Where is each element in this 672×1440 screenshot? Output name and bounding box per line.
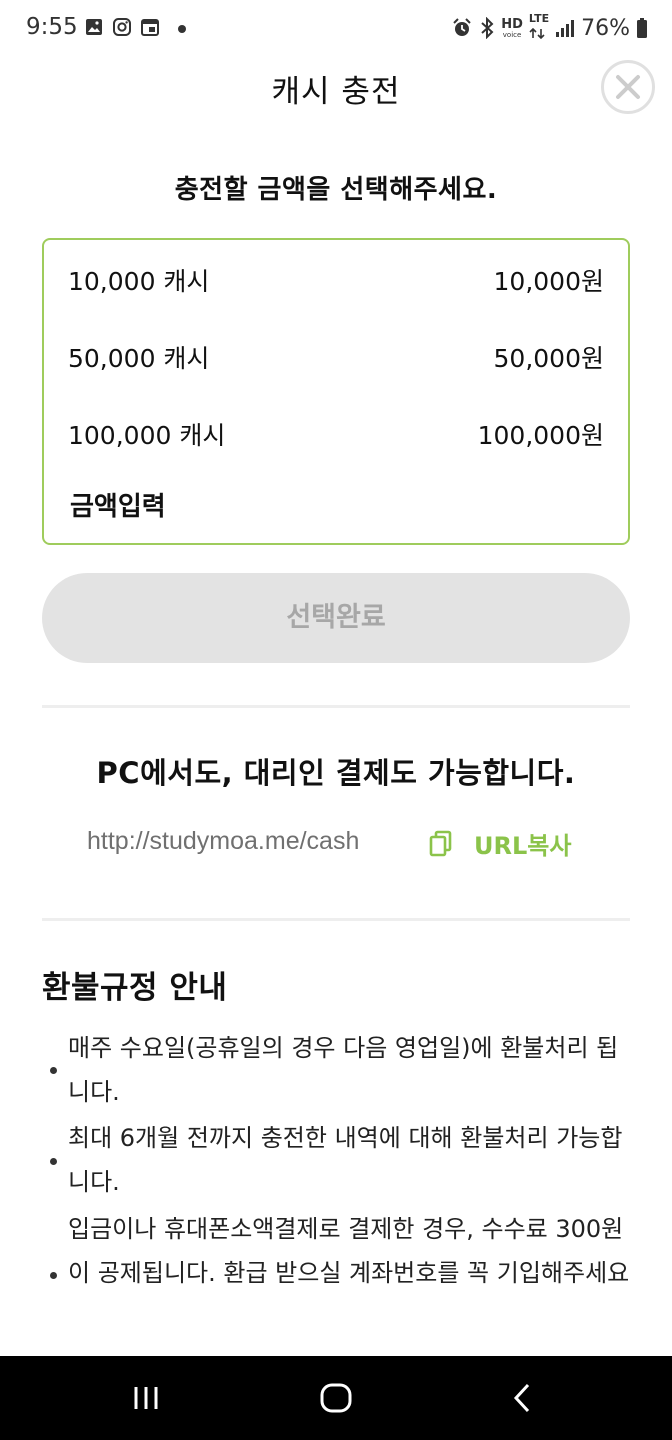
confirm-selection-button[interactable]: 선택완료 xyxy=(42,573,630,663)
divider xyxy=(42,705,630,708)
home-icon xyxy=(320,1383,352,1413)
recent-apps-icon xyxy=(134,1387,158,1409)
amount-option-100000[interactable]: 100,000 캐시 100,000원 xyxy=(44,400,628,460)
back-icon xyxy=(513,1383,530,1413)
option-price-label: 10,000원 xyxy=(493,267,604,296)
close-icon xyxy=(616,75,640,99)
gallery-icon xyxy=(86,19,102,35)
copy-url-button[interactable]: URL복사 xyxy=(474,826,571,861)
refund-policy-title: 환불규정 안내 xyxy=(42,970,228,1006)
copy-icon[interactable] xyxy=(428,829,456,857)
notification-icons xyxy=(84,17,160,37)
option-cash-label: 100,000 캐시 xyxy=(68,421,226,450)
system-status-icons: HD voice LTE 76% xyxy=(451,13,648,43)
refund-policy-item: 매주 수요일(공휴일의 경우 다음 영업일)에 환불처리 됩니다. xyxy=(68,1034,619,1106)
refund-policy-item: 최대 6개월 전까지 충전한 내역에 대해 환불처리 가능합니다. xyxy=(68,1124,623,1196)
battery-percentage: 76% xyxy=(581,15,630,41)
bullet xyxy=(50,1272,57,1279)
lte-indicator: LTE xyxy=(529,13,549,43)
refund-policy-item: 입금이나 휴대폰소액결제로 결제한 경우, 수수료 300원이 공제됩니다. 환… xyxy=(68,1215,630,1287)
option-cash-label: 10,000 캐시 xyxy=(68,267,210,296)
instagram-icon xyxy=(113,18,131,36)
pc-payment-title: PC에서도, 대리인 결제도 가능합니다. xyxy=(96,756,576,790)
close-button[interactable] xyxy=(601,60,655,114)
amount-option-50000[interactable]: 50,000 캐시 50,000원 xyxy=(44,323,628,383)
bullet xyxy=(50,1067,57,1074)
payment-url: http://studymoa.me/cash xyxy=(87,827,360,855)
page-title: 캐시 충전 xyxy=(271,74,401,110)
home-button[interactable] xyxy=(276,1356,396,1440)
amount-option-10000[interactable]: 10,000 캐시 10,000원 xyxy=(44,246,628,306)
calendar-icon xyxy=(141,19,159,36)
amount-option-list: 10,000 캐시 10,000원 50,000 캐시 50,000원 100,… xyxy=(42,238,630,545)
alarm-icon xyxy=(453,18,471,36)
cash-charge-screen: 9:55 HD voice LTE 76% 캐시 충전 충전할 금액을 선택해주… xyxy=(0,0,672,1440)
divider xyxy=(42,918,630,921)
battery-icon xyxy=(637,18,647,38)
recent-apps-button[interactable] xyxy=(86,1356,206,1440)
more-notifications-dot xyxy=(178,25,186,33)
option-price-label: 50,000원 xyxy=(493,344,604,373)
status-time: 9:55 xyxy=(26,14,78,40)
bluetooth-icon xyxy=(481,17,494,39)
hd-voice-indicator: HD voice xyxy=(501,16,523,39)
bullet xyxy=(50,1158,57,1165)
select-amount-prompt: 충전할 금액을 선택해주세요. xyxy=(174,175,498,205)
option-cash-label: 50,000 캐시 xyxy=(68,344,210,373)
option-price-label: 100,000원 xyxy=(477,421,604,450)
signal-icon xyxy=(556,20,575,37)
system-navigation-bar xyxy=(0,1356,672,1440)
custom-amount-input[interactable]: 금액입력 xyxy=(70,486,166,523)
back-button[interactable] xyxy=(462,1356,582,1440)
status-bar: 9:55 HD voice LTE 76% xyxy=(0,0,672,60)
data-arrows-icon xyxy=(529,27,545,40)
